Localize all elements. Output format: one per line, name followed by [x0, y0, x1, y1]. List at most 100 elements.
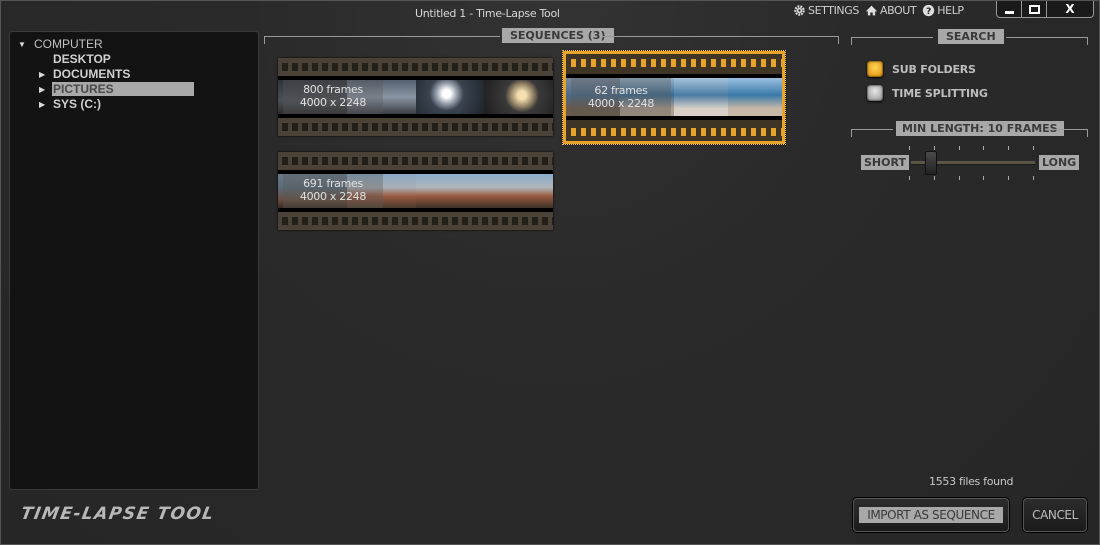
sequence-info: 800 frames 4000 x 2248	[283, 80, 383, 114]
section-bracket	[264, 36, 265, 44]
section-divider	[602, 36, 838, 37]
checkbox-checked[interactable]	[867, 61, 883, 77]
gear-icon	[794, 5, 805, 16]
section-divider	[851, 129, 893, 130]
home-icon	[865, 5, 878, 16]
section-bracket	[851, 37, 852, 45]
title-bar[interactable]: Untitled 1 - Time-Lapse Tool SETTINGS AB…	[1, 1, 1099, 25]
tree-label: COMPUTER	[34, 37, 103, 51]
frame-count: 62 frames	[594, 84, 648, 97]
slider-tick	[1008, 146, 1009, 150]
expanded-arrow-icon[interactable]: ▼	[18, 38, 26, 52]
section-bracket	[838, 36, 839, 44]
collapsed-arrow-icon[interactable]: ▶	[39, 83, 45, 97]
app-window: Untitled 1 - Time-Lapse Tool SETTINGS AB…	[0, 0, 1100, 545]
film-perforation	[278, 217, 553, 225]
section-divider	[1046, 129, 1088, 130]
help-menu[interactable]: ? HELP	[922, 4, 964, 17]
about-label: ABOUT	[879, 4, 917, 17]
sequences-header: SEQUENCES (3)	[502, 28, 614, 43]
section-divider	[264, 36, 500, 37]
help-icon: ?	[923, 4, 935, 17]
slider-tick	[983, 176, 984, 180]
thumbnail-frame	[728, 78, 782, 116]
sequence-item[interactable]: 800 frames 4000 x 2248	[278, 58, 553, 136]
tree-label: DESKTOP	[53, 52, 111, 66]
resolution: 4000 x 2248	[299, 96, 367, 109]
slider-tick	[959, 146, 960, 150]
slider-tick	[1008, 176, 1009, 180]
slider-tick	[983, 146, 984, 150]
maximize-icon	[1028, 4, 1040, 14]
min-length-header: MIN LENGTH: 10 FRAMES	[896, 121, 1064, 136]
window-controls: X	[996, 1, 1094, 18]
help-label: HELP	[937, 4, 964, 17]
close-icon: X	[1065, 2, 1075, 16]
slider-tick	[934, 146, 935, 150]
thumbnail-frame	[484, 80, 553, 114]
close-button[interactable]: X	[1047, 1, 1093, 17]
tree-node-desktop[interactable]: DESKTOP	[10, 52, 250, 66]
sequence-item-selected[interactable]: 62 frames 4000 x 2248	[562, 50, 786, 145]
sequence-info: 691 frames 4000 x 2248	[283, 174, 383, 208]
about-menu[interactable]: ABOUT	[865, 4, 917, 17]
film-perforation	[278, 157, 553, 165]
film-perforation	[278, 63, 553, 71]
tree-label: DOCUMENTS	[53, 67, 131, 81]
svg-text:?: ?	[926, 7, 931, 17]
sub-folders-checkbox[interactable]: SUB FOLDERS	[867, 61, 976, 77]
resolution: 4000 x 2248	[587, 97, 655, 110]
import-button-label: IMPORT AS SEQUENCE	[859, 507, 1003, 523]
frame-count: 691 frames	[303, 177, 363, 190]
frame-count: 800 frames	[303, 83, 363, 96]
slider-max-label: LONG	[1039, 155, 1080, 170]
film-perforation	[566, 59, 782, 67]
thumbnail-frame	[484, 174, 553, 208]
sequence-item[interactable]: 691 frames 4000 x 2248	[278, 152, 553, 230]
brand-logo: TIME-LAPSE TOOL	[19, 504, 217, 524]
checkbox-label: SUB FOLDERS	[892, 62, 976, 76]
settings-label: SETTINGS	[808, 4, 859, 17]
folder-tree[interactable]: ▼ COMPUTER DESKTOP ▶ DOCUMENTS ▶ PICTURE…	[9, 31, 259, 490]
slider-tick	[909, 176, 910, 180]
tree-node-pictures[interactable]: ▶ PICTURES	[10, 82, 252, 96]
window-title: Untitled 1 - Time-Lapse Tool	[415, 7, 560, 20]
film-perforation	[278, 123, 553, 131]
minimize-icon	[1004, 10, 1014, 14]
slider-tick	[909, 146, 910, 150]
section-bracket	[1087, 129, 1088, 137]
min-length-slider-thumb[interactable]	[925, 151, 938, 175]
tree-node-sys-c[interactable]: ▶ SYS (C:)	[10, 97, 250, 111]
thumbnail-frame	[674, 78, 728, 116]
slider-tick	[959, 176, 960, 180]
resolution: 4000 x 2248	[299, 190, 367, 203]
minimize-button[interactable]	[997, 1, 1022, 17]
tree-label: SYS (C:)	[53, 97, 101, 111]
section-bracket	[851, 129, 852, 137]
files-found-status: 1553 files found	[929, 475, 1014, 488]
search-header: SEARCH	[938, 29, 1004, 44]
slider-tick	[1033, 176, 1034, 180]
settings-menu[interactable]: SETTINGS	[793, 4, 859, 17]
sequence-info: 62 frames 4000 x 2248	[571, 78, 671, 116]
collapsed-arrow-icon[interactable]: ▶	[39, 98, 45, 112]
slider-min-label: SHORT	[861, 155, 909, 170]
checkbox-label: TIME SPLITTING	[892, 86, 988, 100]
section-bracket	[1087, 37, 1088, 45]
maximize-button[interactable]	[1022, 1, 1047, 17]
section-divider	[1006, 37, 1088, 38]
tree-node-documents[interactable]: ▶ DOCUMENTS	[10, 67, 250, 81]
top-menu: SETTINGS ABOUT ? HELP	[793, 4, 964, 17]
thumbnail-frame	[415, 80, 485, 114]
checkbox-unchecked[interactable]	[867, 85, 883, 101]
time-splitting-checkbox[interactable]: TIME SPLITTING	[867, 85, 988, 101]
tree-node-computer[interactable]: ▼ COMPUTER	[10, 37, 250, 51]
cancel-button-label: CANCEL	[1032, 508, 1078, 522]
slider-tick	[1033, 146, 1034, 150]
film-perforation	[566, 128, 782, 136]
import-as-sequence-button[interactable]: IMPORT AS SEQUENCE	[853, 498, 1009, 532]
tree-label: PICTURES	[52, 82, 194, 96]
collapsed-arrow-icon[interactable]: ▶	[39, 68, 45, 82]
cancel-button[interactable]: CANCEL	[1023, 498, 1087, 532]
thumbnail-frame	[415, 174, 485, 208]
